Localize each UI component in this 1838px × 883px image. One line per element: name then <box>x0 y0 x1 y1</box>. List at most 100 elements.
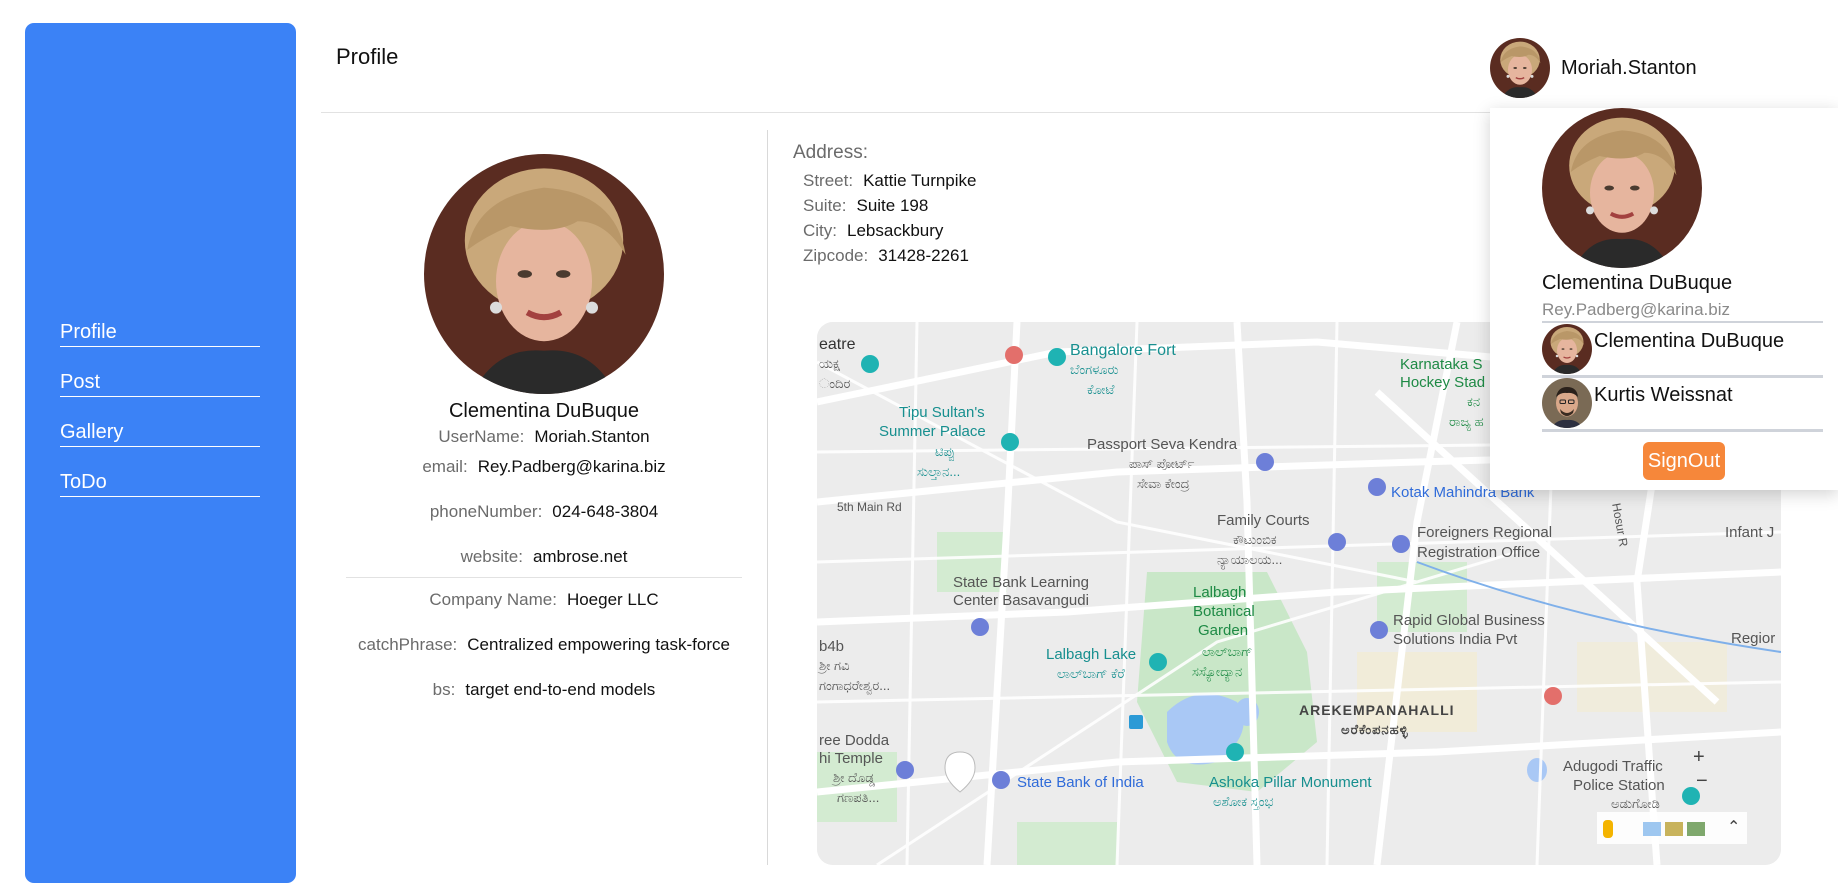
sidebar-item-post[interactable]: Post <box>60 365 260 397</box>
map-label-karnataka-1: Karnataka S <box>1400 356 1483 373</box>
profile-catchphrase-value: Centralized empowering task-force <box>467 635 730 654</box>
map-label-adugodi-kn: ಅಡುಗೋಡಿ <box>1611 796 1660 811</box>
map-label-karnataka-kn: ಕನ <box>1467 394 1481 409</box>
map-label-adugodi-1: Adugodi Traffic <box>1563 758 1663 775</box>
map-label-dodda-2: hi Temple <box>819 750 883 767</box>
profile-catchphrase-row: catchPhrase: Centralized empowering task-… <box>346 635 742 655</box>
map-label-tipu-kn2: ಸುಲ್ತಾನ... <box>917 464 961 479</box>
profile-email-value: Rey.Padberg@karina.biz <box>477 457 666 476</box>
map-label-b4b-kn2: ಗಂಗಾಧರೇಶ್ವರ... <box>819 678 891 693</box>
user-menu-popup: Clementina DuBuque Rey.Padberg@karina.bi… <box>1490 108 1838 490</box>
address-city-value: Lebsackbury <box>847 221 944 240</box>
account-avatar <box>1542 378 1592 428</box>
account-item-clementina[interactable]: Clementina DuBuque <box>1542 324 1823 378</box>
account-name: Kurtis Weissnat <box>1594 384 1733 406</box>
account-avatar <box>1542 324 1592 374</box>
address-city-label: City: <box>803 221 837 240</box>
map-label-lalbagh-1: Lalbagh <box>1193 584 1247 601</box>
map-label-foreigners-2: Registration Office <box>1417 544 1541 561</box>
map-label-arekempanahalli-kn: ಅರೆಕೆಂಪನಹಳ್ಳಿ <box>1341 722 1409 737</box>
address-suite-row: Suite: Suite 198 <box>803 193 977 218</box>
map-label-theatre-kn: ಯಕ್ಷ <box>819 356 840 371</box>
profile-phone-value: 024-648-3804 <box>552 502 659 521</box>
map-label-family-kn: ಕೌಟುಂಬಿಕ <box>1233 532 1277 547</box>
profile-name: Clementina DuBuque <box>448 400 640 422</box>
address-zip-label: Zipcode: <box>803 246 869 265</box>
signout-button[interactable]: SignOut <box>1643 442 1725 480</box>
map-label-arekempanahalli: AREKEMPANAHALLI <box>1299 702 1455 718</box>
profile-email-row: email: Rey.Padberg@karina.biz <box>346 457 742 477</box>
profile-phone-label: phoneNumber: <box>429 502 543 521</box>
popup-name: Clementina DuBuque <box>1542 272 1733 294</box>
profile-company-row: Company Name: Hoeger LLC <box>346 590 742 610</box>
map-label-infant: Infant J <box>1725 524 1775 541</box>
profile-username-value: Moriah.Stanton <box>534 427 650 446</box>
map-label-family-kn2: ನ್ಯಾಯಾಲಯ... <box>1217 552 1283 567</box>
profile-bs-value: target end-to-end models <box>465 680 656 699</box>
address-heading: Address: <box>793 142 868 163</box>
map-label-karnataka-2: Hockey Stad <box>1400 374 1486 391</box>
sidebar: Profile Post Gallery ToDo <box>25 23 296 883</box>
map-label-foreigners-1: Foreigners Regional <box>1417 524 1553 541</box>
popup-email: Rey.Padberg@karina.biz <box>1542 300 1823 323</box>
map-label-bangalore-fort: Bangalore Fort <box>1070 342 1176 359</box>
map-label-region: Regior <box>1731 630 1776 647</box>
map-label-lalbagh-kn2: ಸಸ್ಯೋದ್ಯಾನ <box>1192 664 1243 679</box>
map-label-lalbagh-lake: Lalbagh Lake <box>1046 646 1137 663</box>
profile-divider <box>346 577 742 578</box>
map-label-dodda-kn2: ಗಣಪತಿ... <box>837 790 880 805</box>
profile-username-label: UserName: <box>438 427 525 446</box>
map-label-b4b: b4b <box>819 638 845 655</box>
profile-avatar <box>424 154 664 394</box>
map-label-tipu-1: Tipu Sultan's <box>899 404 985 421</box>
user-menu-username: Moriah.Stanton <box>1561 56 1697 79</box>
sidebar-item-gallery[interactable]: Gallery <box>60 415 260 447</box>
map-label-fifth-main: 5th Main Rd <box>837 500 902 514</box>
map-label-lalbagh-3: Garden <box>1198 622 1249 639</box>
map-label-passport-kn2: ಸೇವಾ ಕೇಂದ್ರ <box>1137 476 1190 491</box>
profile-bs-row: bs: target end-to-end models <box>346 680 742 700</box>
address-street-row: Street: Kattie Turnpike <box>803 168 977 193</box>
map-label-dodda-kn: ಶ್ರೀ ದೊಡ್ಡ <box>833 770 876 785</box>
profile-company-value: Hoeger LLC <box>566 590 659 609</box>
map-label-adugodi-2: Police Station <box>1573 777 1665 794</box>
map-label-theatre-kn2: ಂದಿರ <box>819 376 851 391</box>
user-menu-toggle[interactable]: Moriah.Stanton <box>1490 38 1697 98</box>
map-label-tipu-kn: ಟಿಪ್ಪು <box>935 444 956 459</box>
sidebar-item-todo[interactable]: ToDo <box>60 465 260 497</box>
map-label-lalbagh-kn: ಲಾಲ್‌ಬಾಗ್ <box>1202 644 1253 659</box>
map-label-lalbagh-2: Botanical <box>1193 603 1255 620</box>
profile-website-value: ambrose.net <box>532 547 628 566</box>
profile-username-row: UserName: Moriah.Stanton <box>346 427 742 447</box>
profile-company-label: Company Name: <box>429 590 557 609</box>
address-suite-label: Suite: <box>803 196 847 215</box>
account-name: Clementina DuBuque <box>1594 330 1785 352</box>
profile-website-label: website: <box>460 547 523 566</box>
map-label-rapid-2: Solutions India Pvt <box>1393 631 1518 648</box>
map-label-tipu-2: Summer Palace <box>879 423 986 440</box>
map-label-dodda-1: ree Dodda <box>819 732 890 749</box>
map-zoom-out-button[interactable]: − <box>1696 770 1708 793</box>
address-section: Address: Street: Kattie Turnpike Suite: Su… <box>793 142 977 268</box>
column-divider <box>767 130 768 865</box>
map-label-sbl-2: Center Basavangudi <box>953 592 1089 609</box>
sidebar-item-profile[interactable]: Profile <box>60 315 260 347</box>
map-label-theatre: eatre <box>819 336 856 353</box>
account-item-kurtis[interactable]: Kurtis Weissnat <box>1542 378 1823 432</box>
profile-bs-label: bs: <box>432 680 456 699</box>
profile-website-row: website: ambrose.net <box>346 547 742 567</box>
map-label-lalbagh-lake-kn: ಲಾಲ್‌ಬಾಗ್ ಕೆರೆ <box>1057 666 1125 681</box>
profile-card: Clementina DuBuque UserName: Moriah.Stant… <box>346 130 742 700</box>
map-label-ashoka: Ashoka Pillar Monument <box>1209 774 1372 791</box>
address-suite-value: Suite 198 <box>856 196 929 215</box>
map-label-family-courts: Family Courts <box>1217 512 1310 529</box>
map-expand-icon[interactable]: ⌃ <box>1727 817 1740 837</box>
map-label-rapid-1: Rapid Global Business <box>1393 612 1545 629</box>
map-label-karnataka-kn2: ರಾಜ್ಯ ಹ <box>1449 414 1484 429</box>
map-zoom-in-button[interactable]: + <box>1693 746 1705 769</box>
address-zip-value: 31428-2261 <box>878 246 969 265</box>
address-street-label: Street: <box>803 171 854 190</box>
map-label-bangalore-fort-kn: ಬೆಂಗಳೂರು <box>1070 362 1119 377</box>
address-zip-row: Zipcode: 31428-2261 <box>803 243 977 268</box>
map-label-sbi: State Bank of India <box>1017 774 1144 791</box>
